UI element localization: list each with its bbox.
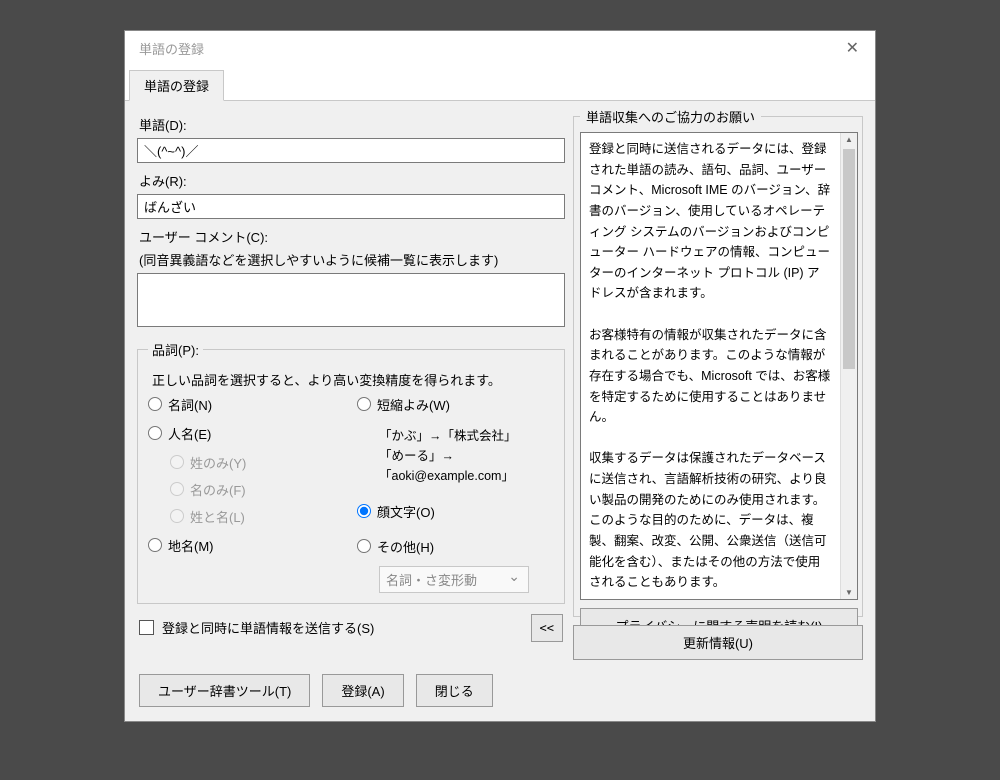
help-group: 単語収集へのご協力のお願い 登録と同時に送信されるデータには、登録された単語の読… xyxy=(573,107,863,617)
radio-person-first-label: 名のみ(F) xyxy=(190,480,246,499)
radio-place[interactable]: 地名(M) xyxy=(148,536,345,555)
help-scroll-area: 登録と同時に送信されるデータには、登録された単語の読み、語句、品詞、ユーザーコメ… xyxy=(580,132,858,600)
send-info-checkbox[interactable]: 登録と同時に単語情報を送信する(S) xyxy=(139,618,374,637)
radio-person-first-input xyxy=(170,482,184,496)
radio-noun[interactable]: 名詞(N) xyxy=(148,395,345,414)
tabbar: 単語の登録 xyxy=(125,65,875,101)
radio-noun-input[interactable] xyxy=(148,397,162,411)
radio-kaomoji-label: 顔文字(O) xyxy=(377,502,435,521)
close-button[interactable]: 閉じる xyxy=(416,674,493,707)
comment-label: ユーザー コメント(C): xyxy=(139,227,565,246)
window-title: 単語の登録 xyxy=(139,39,204,58)
radio-short[interactable]: 短縮よみ(W) xyxy=(357,395,554,414)
radio-kaomoji-input[interactable] xyxy=(357,504,371,518)
radio-person-last: 姓のみ(Y) xyxy=(170,453,345,472)
example-2: 「めーる」→「aoki@example.com」 xyxy=(379,446,554,486)
other-subtype-select: 名詞・さ変形動 xyxy=(379,566,529,593)
collapse-button[interactable]: << xyxy=(531,614,563,642)
radio-person[interactable]: 人名(E) xyxy=(148,424,345,443)
radio-other[interactable]: その他(H) xyxy=(357,537,554,556)
dialog-body: 単語(D): よみ(R): ユーザー コメント(C): (同音異義語などを選択し… xyxy=(125,101,875,670)
person-subgroup: 姓のみ(Y) 名のみ(F) 姓と名(L) xyxy=(170,453,345,526)
help-legend: 単語収集へのご協力のお願い xyxy=(580,107,761,126)
checkbox-icon[interactable] xyxy=(139,620,154,635)
radio-person-input[interactable] xyxy=(148,426,162,440)
radio-person-first: 名のみ(F) xyxy=(170,480,345,499)
radio-person-both-input xyxy=(170,509,184,523)
word-label: 単語(D): xyxy=(139,115,565,134)
radio-person-both: 姓と名(L) xyxy=(170,507,345,526)
pos-legend: 品詞(P): xyxy=(148,340,203,359)
radio-person-last-label: 姓のみ(Y) xyxy=(190,453,246,472)
radio-other-label: その他(H) xyxy=(377,537,434,556)
radio-place-input[interactable] xyxy=(148,538,162,552)
reading-input[interactable] xyxy=(137,194,565,219)
help-text: 登録と同時に送信されるデータには、登録された単語の読み、語句、品詞、ユーザーコメ… xyxy=(581,133,840,599)
dialog-window: 単語の登録 ✕ 単語の登録 単語(D): よみ(R): ユーザー コメント(C)… xyxy=(124,30,876,722)
pos-description: 正しい品詞を選択すると、より高い変換精度を得られます。 xyxy=(152,371,554,391)
footer-buttons: ユーザー辞書ツール(T) 登録(A) 閉じる xyxy=(125,670,875,721)
short-examples: 「かぶ」→「株式会社」 「めーる」→「aoki@example.com」 xyxy=(379,426,554,486)
send-info-label: 登録と同時に単語情報を送信する(S) xyxy=(162,618,374,637)
comment-input[interactable] xyxy=(137,273,565,327)
radio-short-input[interactable] xyxy=(357,397,371,411)
radio-person-last-input xyxy=(170,455,184,469)
radio-place-label: 地名(M) xyxy=(168,536,214,555)
example-1: 「かぶ」→「株式会社」 xyxy=(379,426,554,446)
user-dict-tool-button[interactable]: ユーザー辞書ツール(T) xyxy=(139,674,310,707)
tab-register-word[interactable]: 単語の登録 xyxy=(129,70,224,101)
radio-person-both-label: 姓と名(L) xyxy=(190,507,245,526)
scrollbar[interactable] xyxy=(840,133,857,599)
pos-col-left: 名詞(N) 人名(E) 姓のみ(Y) xyxy=(148,395,345,593)
radio-kaomoji[interactable]: 顔文字(O) xyxy=(357,502,554,521)
pos-group: 品詞(P): 正しい品詞を選択すると、より高い変換精度を得られます。 名詞(N)… xyxy=(137,340,565,604)
word-input[interactable] xyxy=(137,138,565,163)
radio-person-label: 人名(E) xyxy=(168,424,211,443)
pos-col-right: 短縮よみ(W) 「かぶ」→「株式会社」 「めーる」→「aoki@example.… xyxy=(357,395,554,593)
update-info-button[interactable]: 更新情報(U) xyxy=(573,625,863,660)
scroll-thumb[interactable] xyxy=(843,149,855,369)
pos-grid: 名詞(N) 人名(E) 姓のみ(Y) xyxy=(148,395,554,593)
reading-label: よみ(R): xyxy=(139,171,565,190)
radio-other-input[interactable] xyxy=(357,539,371,553)
comment-hint: (同音異義語などを選択しやすいように候補一覧に表示します) xyxy=(139,250,565,269)
register-button[interactable]: 登録(A) xyxy=(322,674,403,707)
titlebar: 単語の登録 ✕ xyxy=(125,31,875,65)
radio-short-label: 短縮よみ(W) xyxy=(377,395,450,414)
left-column: 単語(D): よみ(R): ユーザー コメント(C): (同音異義語などを選択し… xyxy=(137,107,565,660)
other-subtype-value: 名詞・さ変形動 xyxy=(386,570,477,589)
left-bottom-row: 登録と同時に単語情報を送信する(S) << xyxy=(137,614,565,642)
close-icon[interactable]: ✕ xyxy=(840,38,865,58)
radio-noun-label: 名詞(N) xyxy=(168,395,212,414)
right-column: 単語収集へのご協力のお願い 登録と同時に送信されるデータには、登録された単語の読… xyxy=(573,107,863,660)
